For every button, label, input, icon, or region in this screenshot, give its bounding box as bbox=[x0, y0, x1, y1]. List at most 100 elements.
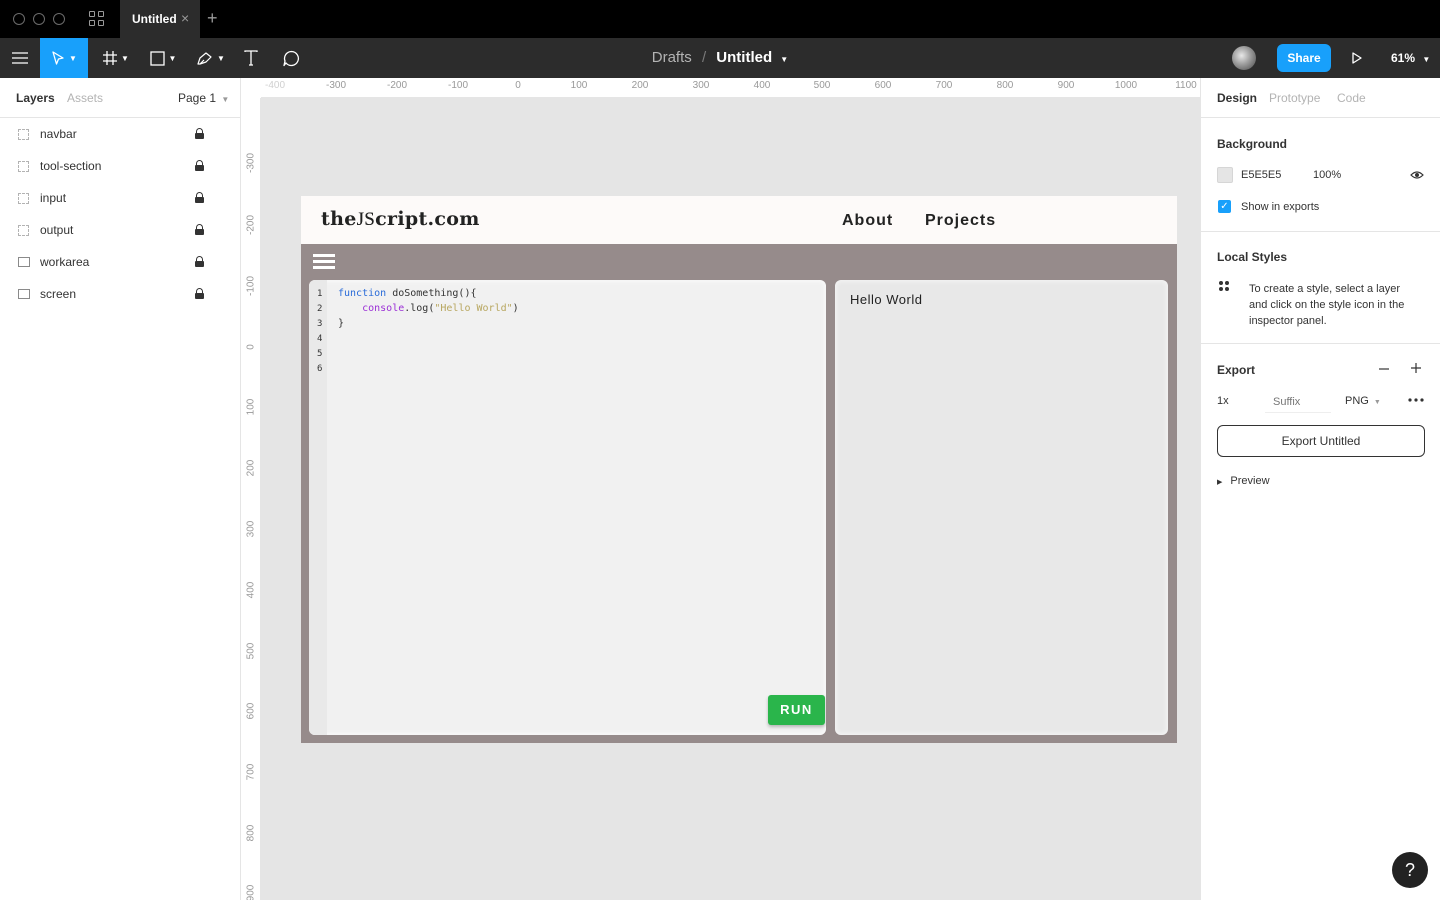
breadcrumb-file-name[interactable]: Untitled bbox=[716, 49, 772, 66]
ruler-tick: 900 bbox=[245, 884, 257, 900]
lock-icon[interactable] bbox=[195, 160, 204, 171]
layer-name: navbar bbox=[40, 127, 77, 141]
line-number: 3 bbox=[317, 319, 323, 329]
minimize-window-button[interactable] bbox=[33, 13, 45, 25]
local-styles-section-title: Local Styles bbox=[1217, 250, 1288, 264]
hamburger-menu-icon[interactable] bbox=[313, 254, 335, 270]
export-suffix-input[interactable] bbox=[1265, 391, 1331, 413]
plus-icon[interactable] bbox=[1410, 362, 1422, 374]
line-number: 6 bbox=[317, 364, 323, 374]
zoom-dropdown[interactable]: 61% ▼ bbox=[1391, 51, 1430, 65]
toolbar: ▼ ▼ ▼ ▼ Drafts / Untitled ▼ Share 61% ▼ bbox=[0, 38, 1440, 78]
close-window-button[interactable] bbox=[13, 13, 25, 25]
layer-name: workarea bbox=[40, 255, 90, 269]
frame-icon bbox=[18, 225, 29, 236]
plus-icon[interactable]: + bbox=[207, 9, 218, 27]
menu-icon[interactable] bbox=[0, 38, 40, 78]
ruler-tick: 800 bbox=[245, 824, 257, 842]
text-tool-button[interactable] bbox=[236, 38, 266, 78]
run-button[interactable]: RUN bbox=[768, 695, 825, 725]
chevron-down-icon[interactable]: ▼ bbox=[780, 55, 788, 64]
breadcrumb-separator: / bbox=[701, 49, 707, 66]
tab-prototype[interactable]: Prototype bbox=[1269, 91, 1320, 105]
layer-name: input bbox=[40, 191, 67, 205]
export-button[interactable]: Export Untitled bbox=[1217, 425, 1425, 457]
grid-icon[interactable] bbox=[89, 11, 105, 27]
output-text: Hello World bbox=[850, 292, 923, 307]
close-icon[interactable]: × bbox=[181, 10, 189, 26]
layer-row-input[interactable]: input bbox=[0, 182, 240, 214]
lock-icon[interactable] bbox=[195, 256, 204, 267]
site-logo-js: JS bbox=[356, 209, 376, 230]
line-number: 1 bbox=[317, 289, 323, 299]
tab-layers[interactable]: Layers bbox=[16, 91, 55, 105]
export-format-select[interactable]: PNG ▼ bbox=[1345, 395, 1381, 407]
nav-link-projects[interactable]: Projects bbox=[925, 212, 996, 230]
line-number: 2 bbox=[317, 304, 323, 314]
play-icon bbox=[1352, 52, 1362, 64]
pen-tool-button[interactable]: ▼ bbox=[190, 38, 232, 78]
minus-icon[interactable] bbox=[1378, 363, 1390, 375]
lock-icon[interactable] bbox=[195, 128, 204, 139]
ruler-tick: 300 bbox=[245, 520, 257, 538]
inspector-tabs: Design Prototype Code bbox=[1201, 78, 1440, 118]
rect-icon bbox=[18, 257, 30, 267]
export-format-value: PNG bbox=[1345, 395, 1369, 407]
design-navbar[interactable]: theJScript.com About Projects bbox=[301, 196, 1177, 244]
tab-assets[interactable]: Assets bbox=[67, 91, 103, 105]
ruler-tick: 100 bbox=[245, 398, 257, 416]
shape-icon bbox=[149, 50, 165, 66]
chevron-down-icon: ▼ bbox=[121, 53, 129, 63]
move-tool-button[interactable]: ▼ bbox=[40, 38, 88, 78]
ruler-tick: -300 bbox=[245, 152, 257, 174]
eye-icon[interactable] bbox=[1410, 170, 1424, 180]
preview-toggle[interactable]: ▶ Preview bbox=[1217, 475, 1270, 487]
help-button[interactable]: ? bbox=[1392, 852, 1428, 888]
layer-name: output bbox=[40, 223, 74, 237]
layer-row-workarea[interactable]: workarea bbox=[0, 246, 240, 278]
background-opacity-input[interactable]: 100% bbox=[1313, 169, 1341, 181]
background-color-swatch[interactable] bbox=[1217, 167, 1233, 183]
design-input-pane[interactable]: 1 2 3 4 5 6 function doSomething(){ cons… bbox=[309, 280, 826, 735]
title-bar: Untitled × + bbox=[0, 0, 1440, 38]
lock-icon[interactable] bbox=[195, 192, 204, 203]
design-frame-screen[interactable]: theJScript.com About Projects 1 2 3 4 5 … bbox=[301, 196, 1177, 743]
move-icon bbox=[52, 51, 64, 65]
present-button[interactable] bbox=[1340, 38, 1374, 78]
page-selector[interactable]: Page 1 ▼ bbox=[178, 91, 229, 105]
ruler-tick: 600 bbox=[874, 80, 892, 91]
layer-row-screen[interactable]: screen bbox=[0, 278, 240, 310]
background-hex-input[interactable]: E5E5E5 bbox=[1241, 169, 1281, 181]
tab-design[interactable]: Design bbox=[1217, 91, 1257, 105]
zoom-level: 61% bbox=[1391, 51, 1416, 65]
triangle-right-icon: ▶ bbox=[1217, 479, 1223, 486]
tab-code[interactable]: Code bbox=[1337, 91, 1366, 105]
export-scale-select[interactable]: 1x bbox=[1217, 395, 1229, 407]
comment-tool-button[interactable] bbox=[276, 38, 306, 78]
design-output-pane[interactable]: Hello World bbox=[835, 280, 1168, 735]
site-logo-suffix: cript.com bbox=[375, 208, 480, 230]
ruler-tick: 200 bbox=[245, 459, 257, 477]
zoom-window-button[interactable] bbox=[53, 13, 65, 25]
shape-tool-button[interactable]: ▼ bbox=[142, 38, 184, 78]
nav-link-about[interactable]: About bbox=[842, 212, 893, 230]
frame-icon bbox=[18, 129, 29, 140]
share-button[interactable]: Share bbox=[1277, 44, 1331, 72]
breadcrumb-drafts[interactable]: Drafts bbox=[652, 49, 692, 66]
frame-icon bbox=[18, 161, 29, 172]
layer-row-output[interactable]: output bbox=[0, 214, 240, 246]
layer-row-tool-section[interactable]: tool-section bbox=[0, 150, 240, 182]
ruler-tick: -100 bbox=[447, 80, 469, 91]
avatar[interactable] bbox=[1232, 46, 1256, 70]
show-in-exports-checkbox[interactable]: ✓ bbox=[1218, 200, 1231, 213]
frame-tool-button[interactable]: ▼ bbox=[96, 38, 136, 78]
ruler-tick: -300 bbox=[325, 80, 347, 91]
file-tab[interactable]: Untitled × bbox=[120, 0, 200, 38]
ruler-tick: -200 bbox=[386, 80, 408, 91]
code-text: ) bbox=[512, 303, 519, 314]
more-options-icon[interactable] bbox=[1408, 398, 1424, 402]
lock-icon[interactable] bbox=[195, 224, 204, 235]
lock-icon[interactable] bbox=[195, 288, 204, 299]
layer-row-navbar[interactable]: navbar bbox=[0, 118, 240, 150]
code-text: .log( bbox=[404, 303, 435, 314]
